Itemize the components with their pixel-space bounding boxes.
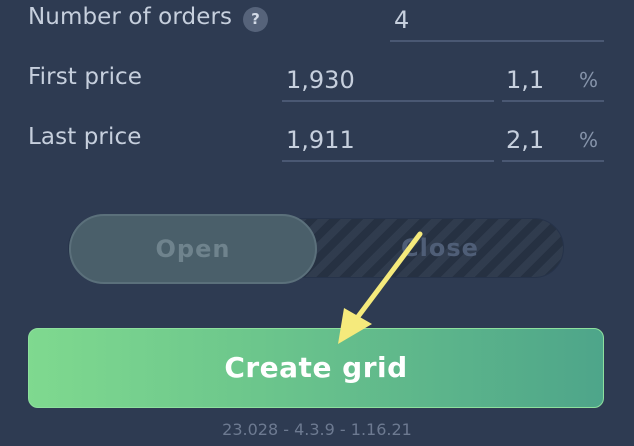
number-of-orders-label: Number of orders [28, 4, 233, 30]
toggle-open-option[interactable]: Open [69, 214, 317, 284]
first-price-label: First price [28, 64, 143, 90]
version-text: 23.028 - 4.3.9 - 1.16.21 [222, 420, 412, 439]
number-of-orders-input[interactable]: 4 [390, 0, 604, 42]
last-price-label: Last price [28, 124, 142, 150]
toggle-close-option[interactable]: Close [317, 219, 563, 277]
first-price-percent-input[interactable]: 1,1 % [502, 60, 604, 102]
last-price-percent-input[interactable]: 2,1 % [502, 120, 604, 162]
last-price-percent-value: 2,1 [506, 126, 545, 154]
first-price-percent-value: 1,1 [506, 66, 545, 94]
percent-unit: % [578, 68, 598, 92]
help-icon[interactable]: ? [243, 7, 268, 32]
percent-unit: % [578, 128, 598, 152]
last-price-input[interactable]: 1,911 [282, 120, 494, 162]
open-close-toggle[interactable]: Close Open [68, 214, 564, 284]
create-grid-button[interactable]: Create grid [28, 328, 604, 408]
first-price-input[interactable]: 1,930 [282, 60, 494, 102]
